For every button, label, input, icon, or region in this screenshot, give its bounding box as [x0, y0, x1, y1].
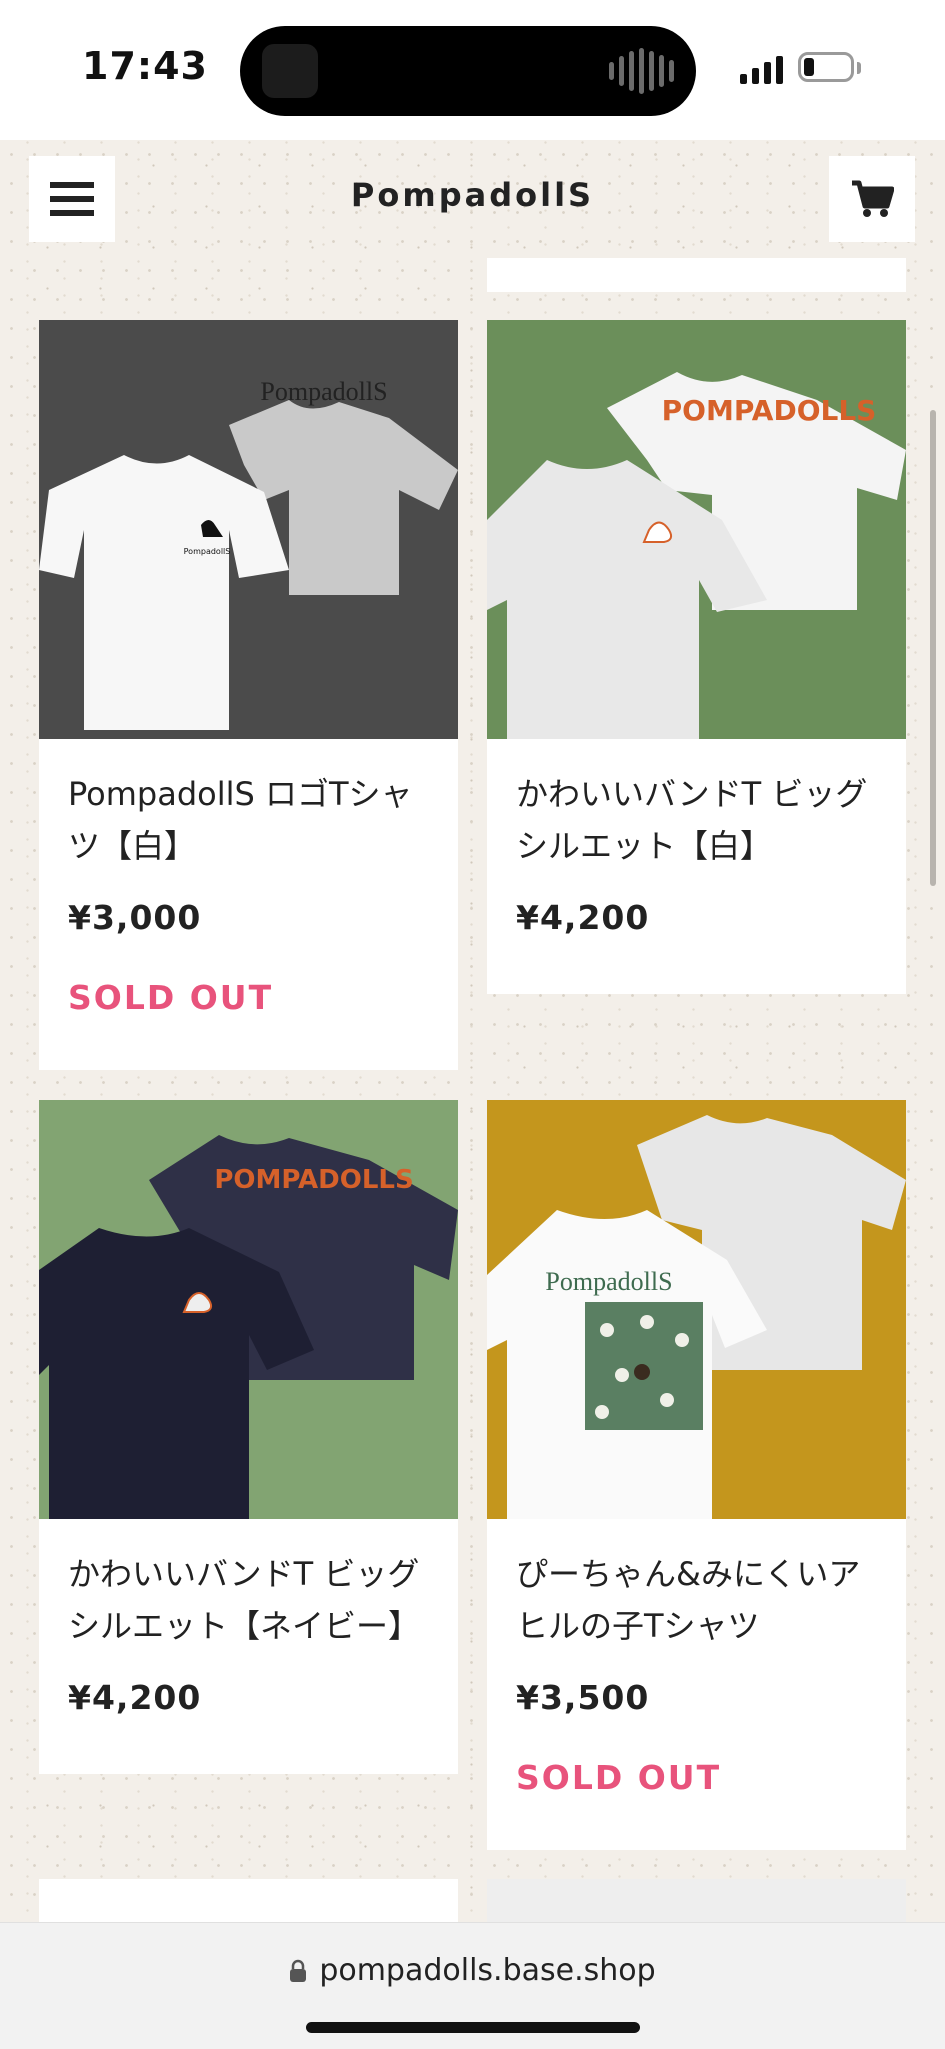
svg-text:PompadollS: PompadollS: [260, 377, 387, 406]
sold-out-badge: SOLD OUT: [68, 978, 274, 1017]
status-bar: 17:43: [0, 0, 945, 140]
svg-text:POMPADOLLS: POMPADOLLS: [214, 1165, 413, 1195]
sold-out-badge: SOLD OUT: [516, 1758, 722, 1797]
product-card[interactable]: POMPADOLLS かわいいバンドT ビッグシルエット【白】 ¥4,200: [487, 320, 906, 994]
shop-title[interactable]: PompadollS: [0, 176, 945, 214]
status-time: 17:43: [82, 44, 208, 88]
product-image[interactable]: PompadollS: [487, 1100, 906, 1519]
cart-icon: [852, 180, 894, 217]
home-indicator[interactable]: [306, 2022, 640, 2033]
product-name[interactable]: PompadollS ロゴTシャツ【白】: [68, 768, 438, 872]
product-name[interactable]: かわいいバンドT ビッグシルエット【ネイビー】: [68, 1548, 438, 1652]
shop-page[interactable]: PompadollS PompadollS PompadollS Pompado…: [0, 140, 945, 1922]
product-card-partial[interactable]: [39, 1879, 458, 1922]
product-image[interactable]: POMPADOLLS: [487, 320, 906, 739]
product-card[interactable]: PompadollS PompadollS PompadollS ロゴTシャツ【…: [39, 320, 458, 1070]
site-header: PompadollS: [0, 140, 945, 250]
cart-button[interactable]: [829, 156, 915, 242]
svg-text:POMPADOLLS: POMPADOLLS: [662, 394, 877, 427]
product-card[interactable]: POMPADOLLS かわいいバンドT ビッグシルエット【ネイビー】 ¥4,20…: [39, 1100, 458, 1774]
product-card-partial[interactable]: [487, 258, 906, 292]
product-card[interactable]: PompadollS ぴーちゃん&みにくいアヒルの子Tシャツ ¥3,500 SO…: [487, 1100, 906, 1850]
dynamic-island: [240, 26, 696, 116]
url-text[interactable]: pompadolls.base.shop: [319, 1953, 655, 1988]
svg-text:PompadollS: PompadollS: [184, 547, 231, 556]
battery-icon: [798, 52, 854, 82]
product-price: ¥4,200: [516, 898, 650, 937]
product-image[interactable]: PompadollS PompadollS: [39, 320, 458, 739]
product-name[interactable]: かわいいバンドT ビッグシルエット【白】: [516, 768, 886, 872]
product-price: ¥3,000: [68, 898, 202, 937]
product-price: ¥3,500: [516, 1678, 650, 1717]
product-image[interactable]: POMPADOLLS: [39, 1100, 458, 1519]
lock-icon: [290, 1959, 307, 1982]
product-card-partial[interactable]: [487, 1879, 906, 1922]
product-price: ¥4,200: [68, 1678, 202, 1717]
scrollbar[interactable]: [930, 410, 936, 886]
cellular-signal-icon: [740, 54, 783, 84]
browser-address-bar[interactable]: pompadolls.base.shop: [0, 1922, 945, 2049]
product-name[interactable]: ぴーちゃん&みにくいアヒルの子Tシャツ: [516, 1548, 886, 1652]
svg-text:PompadollS: PompadollS: [545, 1267, 672, 1296]
audio-waveform-icon: [609, 48, 674, 94]
camera-icon: [262, 44, 318, 98]
